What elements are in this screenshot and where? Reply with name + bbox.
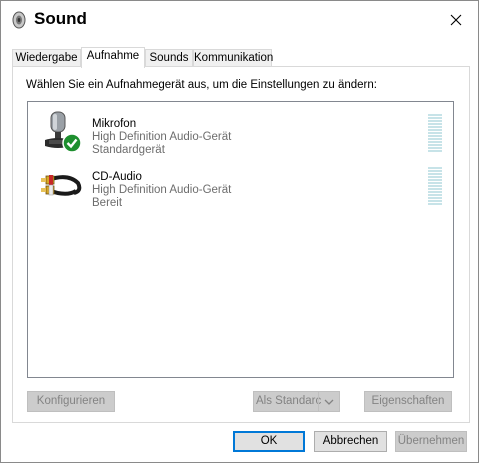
device-name: Mikrofon <box>92 118 137 130</box>
device-status: Bereit <box>92 197 123 209</box>
close-icon <box>450 14 462 26</box>
tab-aufnahme[interactable]: Aufnahme <box>81 47 145 68</box>
window-title: Sound <box>34 9 87 28</box>
configure-button[interactable]: Konfigurieren <box>27 391 115 412</box>
ok-button[interactable]: OK <box>233 431 305 452</box>
close-button[interactable] <box>439 7 473 33</box>
set-default-label: Als Standarc <box>256 395 322 407</box>
device-description: High Definition Audio-Gerät <box>92 184 232 196</box>
tab-kommunikation[interactable]: Kommunikation <box>193 49 273 67</box>
default-check-icon <box>62 133 82 153</box>
sound-dialog: Sound Wiedergabe Aufnahme Sounds Kommuni… <box>0 0 479 463</box>
title-bar: Sound <box>1 1 478 39</box>
properties-button[interactable]: Eigenschaften <box>364 391 452 412</box>
list-item[interactable]: Mikrofon High Definition Audio-Gerät Sta… <box>28 108 453 156</box>
speaker-icon <box>12 11 26 29</box>
device-name: CD-Audio <box>92 171 142 183</box>
device-description: High Definition Audio-Gerät <box>92 131 232 143</box>
cd-audio-cable-icon <box>41 175 82 196</box>
microphone-icon <box>45 111 82 153</box>
device-status: Standardgerät <box>92 144 165 156</box>
chevron-down-icon[interactable] <box>318 392 339 411</box>
level-meter <box>428 114 442 154</box>
tab-wiedergabe[interactable]: Wiedergabe <box>12 49 81 67</box>
set-default-button[interactable]: Als Standarc <box>253 391 340 412</box>
cancel-button[interactable]: Abbrechen <box>314 431 387 452</box>
instruction-text: Wählen Sie ein Aufnahmegerät aus, um die… <box>26 79 377 91</box>
level-meter <box>428 167 442 207</box>
apply-button[interactable]: Übernehmen <box>395 431 467 452</box>
device-list[interactable]: Mikrofon High Definition Audio-Gerät Sta… <box>27 101 454 378</box>
list-item[interactable]: CD-Audio High Definition Audio-Gerät Ber… <box>28 161 453 209</box>
tab-sounds[interactable]: Sounds <box>145 49 193 67</box>
